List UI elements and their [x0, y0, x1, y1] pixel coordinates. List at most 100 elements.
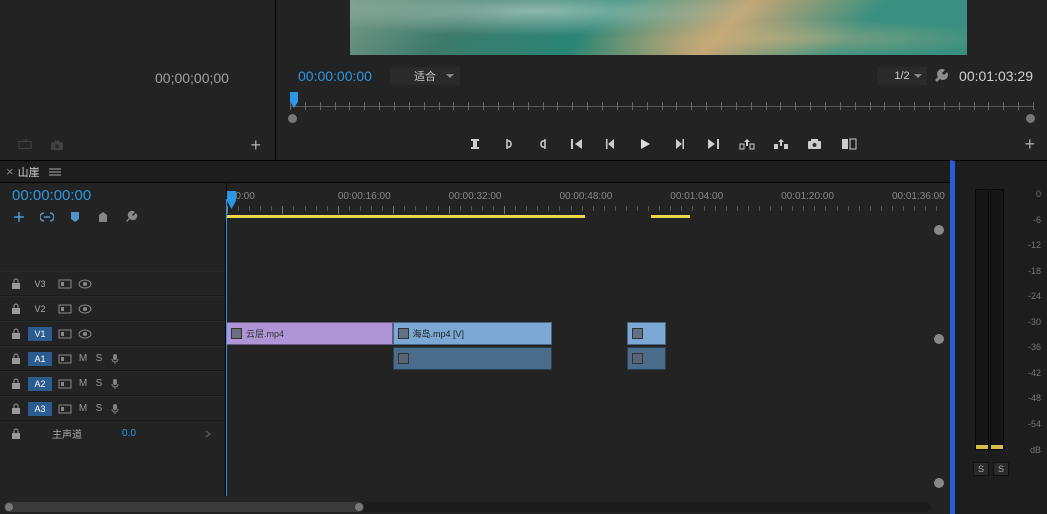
track-label[interactable]: A2: [28, 377, 52, 391]
resolution-select[interactable]: 1/2: [877, 67, 927, 85]
sync-lock-icon[interactable]: [58, 403, 72, 415]
comparison-icon[interactable]: [840, 135, 858, 153]
sync-lock-icon[interactable]: [58, 303, 72, 315]
step-back-icon[interactable]: [602, 135, 620, 153]
source-timecode[interactable]: 00;00;00;00: [155, 70, 229, 86]
timeline-timecode[interactable]: 00:00:00:00: [12, 187, 226, 204]
master-value[interactable]: 0.0: [122, 428, 136, 439]
mute-button[interactable]: M: [78, 378, 88, 389]
track-header-v2[interactable]: V2: [0, 296, 225, 321]
mark-in-button[interactable]: [500, 135, 518, 153]
go-to-out-icon[interactable]: [704, 135, 722, 153]
sync-lock-icon[interactable]: [58, 278, 72, 290]
eye-icon[interactable]: [78, 278, 92, 290]
solo-right-button[interactable]: S: [993, 462, 1009, 476]
track-v3-lane[interactable]: [226, 271, 950, 296]
export-frame-icon[interactable]: [806, 135, 824, 153]
sync-lock-icon[interactable]: [58, 328, 72, 340]
mute-button[interactable]: M: [78, 403, 88, 414]
track-header-a3[interactable]: A3 MS: [0, 396, 225, 421]
track-a2-lane[interactable]: [226, 371, 950, 396]
timeline-ruler[interactable]: :00:0000:00:16:0000:00:32:0000:00:48:000…: [227, 191, 942, 217]
source-monitor: 00;00;00;00 +: [0, 0, 276, 160]
add-button[interactable]: +: [250, 135, 261, 156]
track-a1-lane[interactable]: [226, 346, 950, 371]
track-v1-lane[interactable]: 云层.mp4海岛.mp4 [V]: [226, 321, 950, 346]
track-label[interactable]: V2: [28, 302, 52, 316]
solo-left-button[interactable]: S: [973, 462, 989, 476]
mark-in-icon[interactable]: [466, 135, 484, 153]
work-area-bar[interactable]: [651, 215, 690, 218]
sequence-tab[interactable]: × 山崖: [0, 161, 950, 183]
eye-icon[interactable]: [78, 303, 92, 315]
lock-icon[interactable]: [10, 353, 22, 365]
close-icon[interactable]: ×: [6, 164, 14, 179]
go-to-in-icon[interactable]: [568, 135, 586, 153]
fx-badge-icon[interactable]: [632, 353, 643, 364]
clip[interactable]: [393, 347, 552, 370]
fx-badge-icon[interactable]: [398, 353, 409, 364]
lock-icon[interactable]: [10, 303, 22, 315]
fx-badge-icon[interactable]: [231, 328, 242, 339]
zoom-fit-select[interactable]: 适合: [390, 67, 460, 85]
zoom-handle[interactable]: [934, 225, 944, 235]
program-out-timecode[interactable]: 00:01:03:29: [959, 68, 1033, 84]
solo-button[interactable]: S: [94, 353, 104, 364]
clip[interactable]: 云层.mp4: [226, 322, 393, 345]
program-in-timecode[interactable]: 00:00:00:00: [298, 68, 372, 84]
scrollbar-thumb[interactable]: [4, 502, 364, 512]
zoom-handle[interactable]: [934, 334, 944, 344]
timeline-content[interactable]: 云层.mp4海岛.mp4 [V]: [226, 221, 950, 496]
sync-lock-icon[interactable]: [58, 378, 72, 390]
zoom-handle-right[interactable]: [1026, 114, 1035, 123]
clip[interactable]: [627, 347, 666, 370]
track-label[interactable]: V3: [28, 277, 52, 291]
mute-button[interactable]: M: [78, 353, 88, 364]
mark-out-button[interactable]: [534, 135, 552, 153]
extract-icon[interactable]: [772, 135, 790, 153]
lock-icon[interactable]: [10, 403, 22, 415]
step-forward-icon[interactable]: [670, 135, 688, 153]
work-area-bar[interactable]: [227, 215, 585, 218]
mic-icon[interactable]: [110, 353, 120, 365]
track-label[interactable]: A1: [28, 352, 52, 366]
track-header-v3[interactable]: V3: [0, 271, 225, 296]
program-scrubber[interactable]: [290, 92, 1033, 120]
track-label[interactable]: A3: [28, 402, 52, 416]
chevron-right-icon[interactable]: [203, 429, 213, 439]
solo-button[interactable]: S: [94, 403, 104, 414]
camera-icon[interactable]: [50, 139, 64, 151]
zoom-handle[interactable]: [934, 478, 944, 488]
lift-icon[interactable]: [738, 135, 756, 153]
lock-icon[interactable]: [10, 328, 22, 340]
lock-icon[interactable]: [10, 428, 22, 440]
timeline-hscrollbar[interactable]: [4, 502, 930, 512]
track-a3-lane[interactable]: [226, 396, 950, 421]
lock-icon[interactable]: [10, 378, 22, 390]
track-v2-lane[interactable]: [226, 296, 950, 321]
scale-label: dB: [1017, 445, 1041, 455]
export-frame-icon[interactable]: [18, 139, 32, 151]
clip[interactable]: [627, 322, 666, 345]
track-header-v1[interactable]: V1: [0, 321, 225, 346]
fx-badge-icon[interactable]: [398, 328, 409, 339]
mic-icon[interactable]: [110, 403, 120, 415]
fx-badge-icon[interactable]: [632, 328, 643, 339]
mic-icon[interactable]: [110, 378, 120, 390]
track-header-a1[interactable]: A1 MS: [0, 346, 225, 371]
eye-icon[interactable]: [78, 328, 92, 340]
sync-lock-icon[interactable]: [58, 353, 72, 365]
panel-menu-icon[interactable]: [48, 168, 62, 176]
track-header-a2[interactable]: A2 MS: [0, 371, 225, 396]
track-label[interactable]: V1: [28, 327, 52, 341]
clip[interactable]: 海岛.mp4 [V]: [393, 322, 552, 345]
settings-icon[interactable]: [933, 68, 949, 84]
add-button[interactable]: +: [1024, 134, 1035, 155]
preview-viewport[interactable]: [350, 0, 967, 55]
play-icon[interactable]: [636, 135, 654, 153]
zoom-handle-left[interactable]: [288, 114, 297, 123]
lock-icon[interactable]: [10, 278, 22, 290]
playhead-line[interactable]: [226, 199, 227, 496]
master-track[interactable]: 主声道 0.0: [0, 421, 225, 446]
solo-button[interactable]: S: [94, 378, 104, 389]
